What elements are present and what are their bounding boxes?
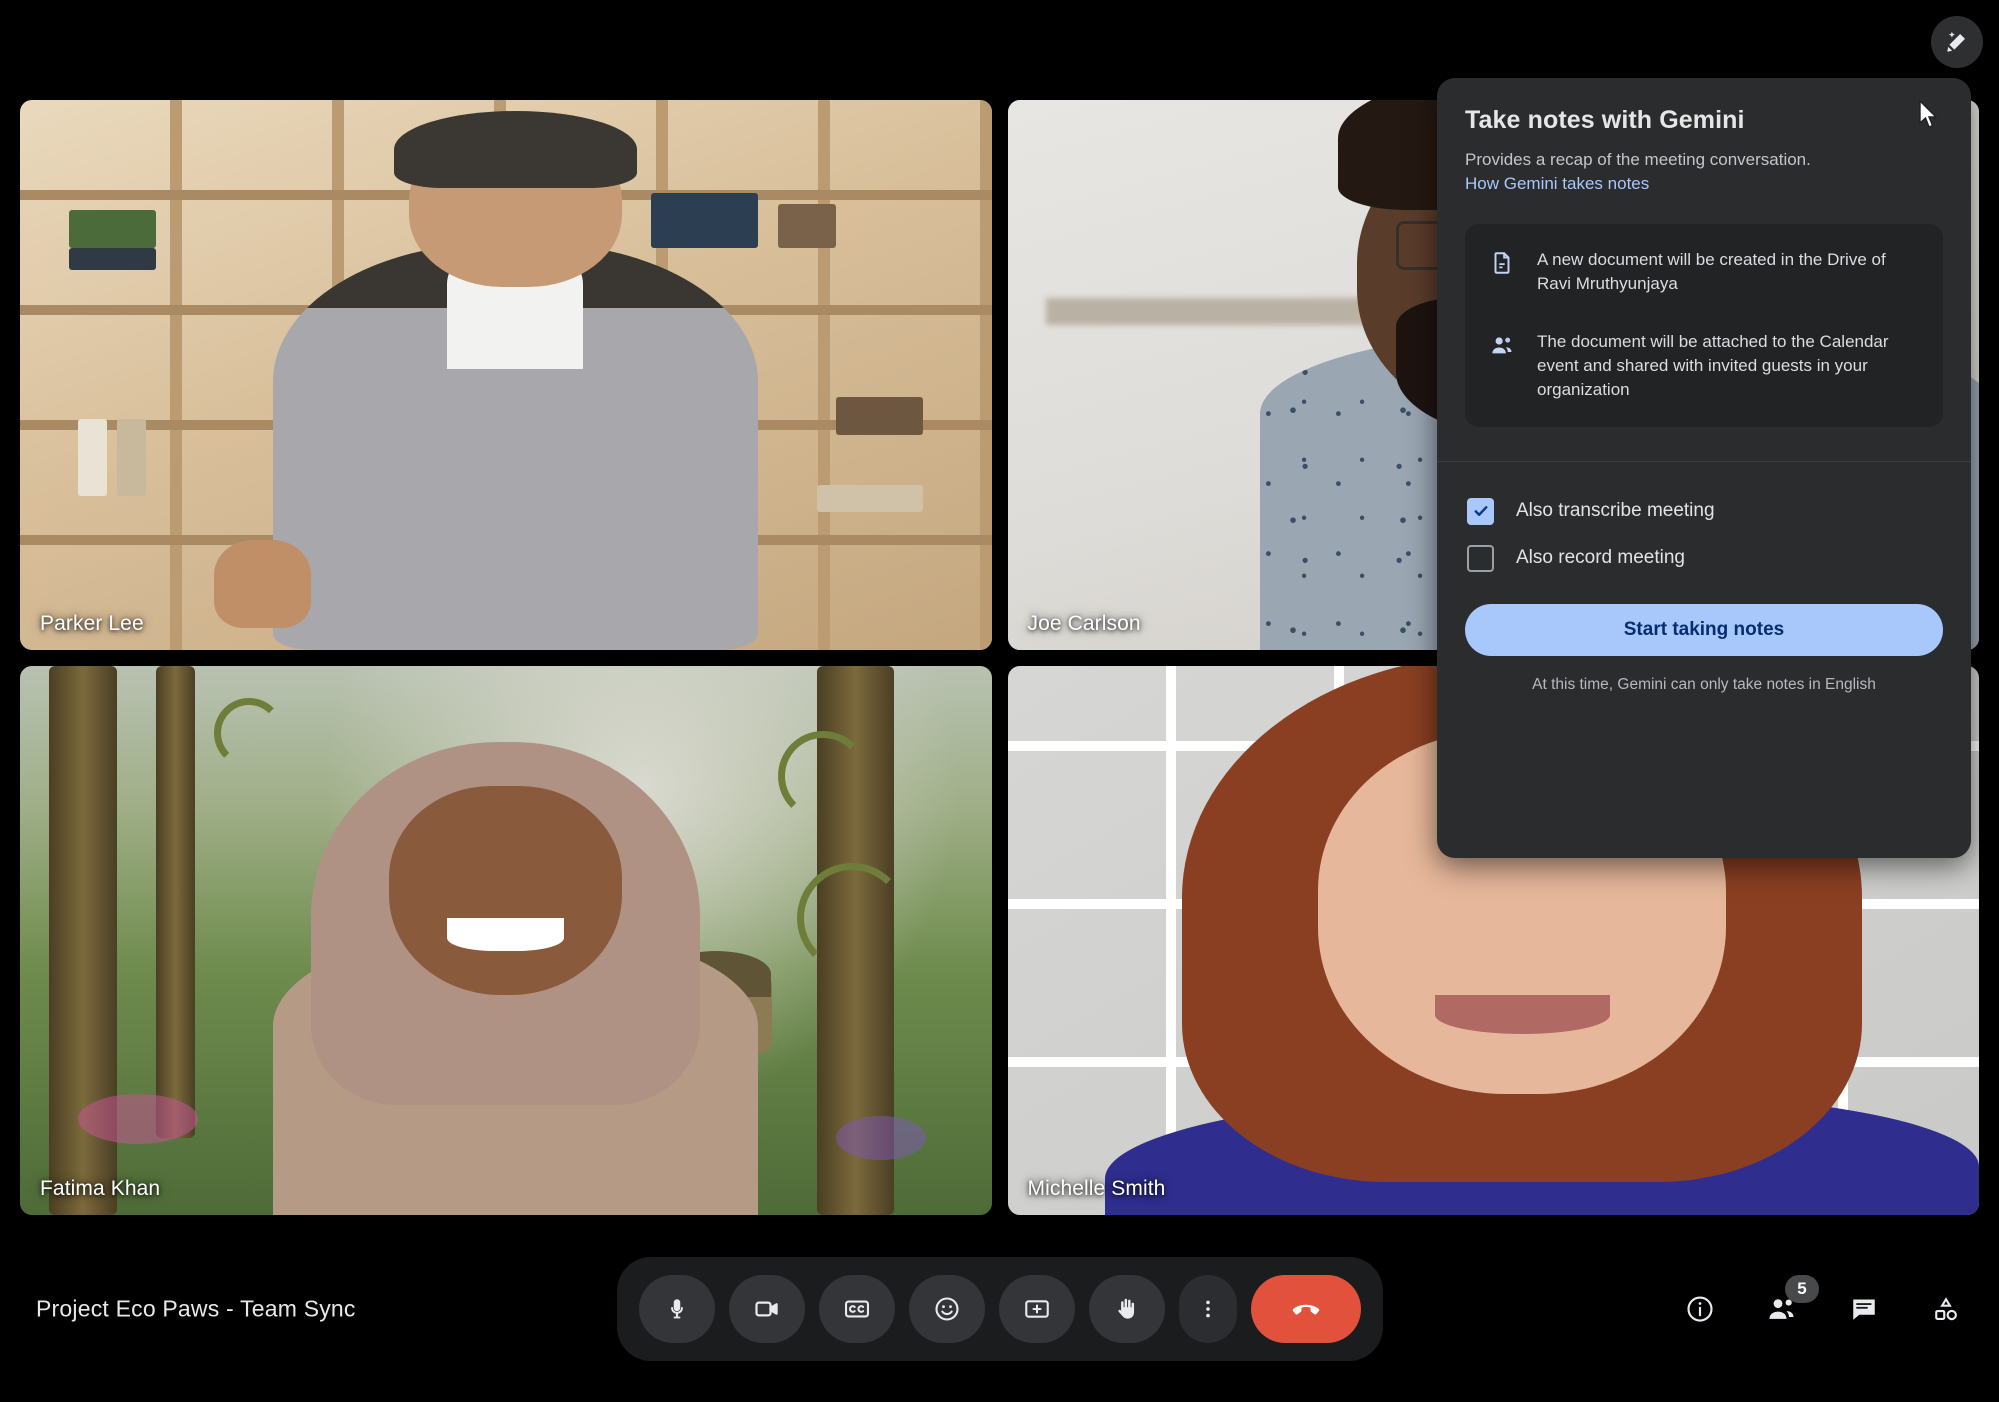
more-options-button[interactable] bbox=[1178, 1274, 1237, 1343]
people-icon bbox=[1489, 330, 1517, 359]
meeting-details-button[interactable] bbox=[1683, 1292, 1717, 1326]
start-taking-notes-button[interactable]: Start taking notes bbox=[1465, 603, 1943, 656]
present-button[interactable] bbox=[998, 1274, 1075, 1343]
info-card-document: A new document will be created in the Dr… bbox=[1465, 224, 1943, 320]
info-card-sharing-text: The document will be attached to the Cal… bbox=[1537, 332, 1889, 400]
transcribe-meeting-label: Also transcribe meeting bbox=[1516, 500, 1715, 522]
panel-cta-wrap: Start taking notes bbox=[1437, 582, 1971, 656]
info-card-sharing: The document will be attached to the Cal… bbox=[1465, 320, 1943, 426]
take-notes-fab[interactable] bbox=[1931, 16, 1983, 68]
participant-hair bbox=[394, 110, 637, 188]
panel-options: Also transcribe meeting Also record meet… bbox=[1437, 462, 1971, 582]
video-tile-parker-lee[interactable]: Parker Lee bbox=[20, 100, 992, 650]
tile-background bbox=[20, 665, 992, 1215]
call-controls bbox=[616, 1256, 1383, 1361]
record-meeting-checkbox-row[interactable]: Also record meeting bbox=[1467, 535, 1943, 582]
chat-bubble-icon bbox=[1849, 1294, 1879, 1324]
bottom-toolbar: Project Eco Paws - Team Sync 5 bbox=[0, 1215, 1999, 1402]
participant-name-label: Joe Carlson bbox=[1027, 611, 1141, 635]
panel-subtitle: Provides a recap of the meeting conversa… bbox=[1465, 150, 1811, 169]
info-card-document-text: A new document will be created in the Dr… bbox=[1537, 249, 1886, 294]
info-card-group: A new document will be created in the Dr… bbox=[1465, 223, 1943, 427]
participant-name-label: Michelle Smith bbox=[1027, 1177, 1166, 1200]
panel-header: Take notes with Gemini Provides a recap … bbox=[1437, 78, 1971, 194]
meet-window: Parker Lee Joe Carlson Fatima Khan Miche… bbox=[0, 0, 1999, 1402]
participants-count-badge: 5 bbox=[1785, 1274, 1819, 1303]
hangup-phone-icon bbox=[1289, 1292, 1323, 1326]
panel-title: Take notes with Gemini bbox=[1465, 106, 1745, 134]
transcribe-meeting-checkbox[interactable] bbox=[1467, 497, 1494, 525]
participant-smile bbox=[1434, 995, 1610, 1034]
transcribe-meeting-checkbox-row[interactable]: Also transcribe meeting bbox=[1467, 488, 1943, 535]
reactions-button[interactable] bbox=[908, 1274, 985, 1343]
present-screen-icon bbox=[1023, 1295, 1051, 1323]
leave-call-button[interactable] bbox=[1250, 1274, 1361, 1343]
microphone-icon bbox=[664, 1296, 690, 1322]
record-meeting-checkbox[interactable] bbox=[1467, 544, 1494, 572]
video-camera-icon bbox=[753, 1295, 781, 1323]
captions-button[interactable] bbox=[818, 1274, 895, 1343]
participant-smile bbox=[447, 918, 565, 952]
record-meeting-label: Also record meeting bbox=[1516, 547, 1685, 569]
participant-name-label: Fatima Khan bbox=[40, 1177, 161, 1200]
panel-footnote: At this time, Gemini can only take notes… bbox=[1532, 675, 1876, 693]
info-icon bbox=[1685, 1294, 1715, 1324]
right-toolbar-icons: 5 bbox=[1683, 1274, 1963, 1326]
raised-hand-icon bbox=[1113, 1295, 1140, 1322]
participant-name-label: Parker Lee bbox=[40, 611, 144, 635]
how-gemini-takes-notes-link[interactable]: How Gemini takes notes bbox=[1465, 174, 1649, 194]
camera-button[interactable] bbox=[728, 1274, 805, 1343]
activities-button[interactable] bbox=[1929, 1292, 1963, 1326]
participant-head bbox=[389, 786, 623, 996]
more-vertical-icon bbox=[1196, 1297, 1220, 1321]
participant-hand bbox=[214, 539, 312, 628]
document-icon bbox=[1489, 248, 1517, 276]
raise-hand-button[interactable] bbox=[1088, 1274, 1165, 1343]
video-tile-fatima-khan[interactable]: Fatima Khan bbox=[20, 665, 992, 1215]
closed-captions-icon bbox=[843, 1295, 871, 1323]
take-notes-with-gemini-panel: Take notes with Gemini Provides a recap … bbox=[1437, 78, 1971, 858]
sparkle-pencil-icon bbox=[1944, 29, 1970, 55]
shapes-activities-icon bbox=[1931, 1294, 1961, 1324]
participants-button[interactable]: 5 bbox=[1765, 1274, 1819, 1326]
emoji-smile-icon bbox=[933, 1295, 961, 1323]
meeting-title: Project Eco Paws - Team Sync bbox=[36, 1295, 356, 1321]
tile-background bbox=[20, 100, 992, 650]
chat-button[interactable] bbox=[1847, 1292, 1881, 1326]
microphone-button[interactable] bbox=[638, 1274, 715, 1343]
